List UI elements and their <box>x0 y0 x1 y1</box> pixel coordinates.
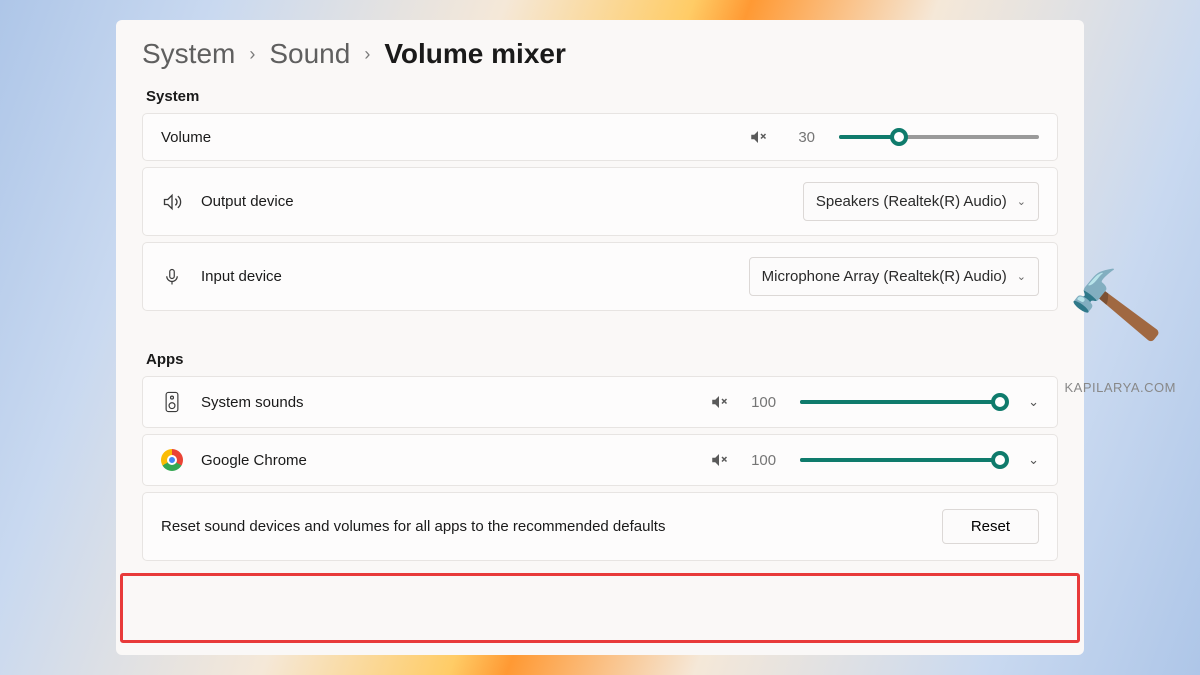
expand-button[interactable]: ⌄ <box>1028 452 1039 468</box>
input-device-row: Input device Microphone Array (Realtek(R… <box>142 242 1058 311</box>
app-row-system-sounds: System sounds 100 ⌄ <box>142 376 1058 428</box>
reset-button[interactable]: Reset <box>942 509 1039 544</box>
app-volume-value: 100 <box>746 452 776 469</box>
breadcrumb: System › Sound › Volume mixer <box>142 38 1058 70</box>
volume-row: Volume 30 <box>142 113 1058 161</box>
chevron-down-icon: ⌄ <box>1017 270 1026 283</box>
chevron-right-icon: › <box>249 44 255 65</box>
input-device-dropdown[interactable]: Microphone Array (Realtek(R) Audio) ⌄ <box>749 257 1039 296</box>
app-label: System sounds <box>201 394 692 411</box>
breadcrumb-current: Volume mixer <box>384 38 566 70</box>
speaker-device-icon <box>161 391 183 413</box>
app-volume-value: 100 <box>746 394 776 411</box>
input-device-selected: Microphone Array (Realtek(R) Audio) <box>762 268 1007 285</box>
reset-description: Reset sound devices and volumes for all … <box>161 518 665 535</box>
settings-panel: System › Sound › Volume mixer System Vol… <box>116 20 1084 655</box>
input-device-label: Input device <box>201 268 731 285</box>
chevron-down-icon: ⌄ <box>1017 195 1026 208</box>
breadcrumb-system[interactable]: System <box>142 38 235 70</box>
section-system-label: System <box>146 88 1058 105</box>
mute-icon[interactable] <box>710 393 728 411</box>
section-apps-label: Apps <box>146 351 1058 368</box>
watermark-text: KAPILARYA.COM <box>1065 380 1177 395</box>
microphone-icon <box>161 266 183 288</box>
output-device-selected: Speakers (Realtek(R) Audio) <box>816 193 1007 210</box>
output-device-row: Output device Speakers (Realtek(R) Audio… <box>142 167 1058 236</box>
app-volume-slider[interactable] <box>800 451 1000 469</box>
output-device-dropdown[interactable]: Speakers (Realtek(R) Audio) ⌄ <box>803 182 1039 221</box>
expand-button[interactable]: ⌄ <box>1028 394 1039 410</box>
mute-icon[interactable] <box>749 128 767 146</box>
annotation-highlight <box>120 573 1080 643</box>
speaker-icon <box>161 191 183 213</box>
volume-slider[interactable] <box>839 128 1039 146</box>
output-device-label: Output device <box>201 193 785 210</box>
app-label: Google Chrome <box>201 452 692 469</box>
volume-label: Volume <box>161 129 731 146</box>
chrome-icon <box>161 449 183 471</box>
breadcrumb-sound[interactable]: Sound <box>269 38 350 70</box>
app-volume-slider[interactable] <box>800 393 1000 411</box>
chevron-right-icon: › <box>364 44 370 65</box>
app-row-chrome: Google Chrome 100 ⌄ <box>142 434 1058 486</box>
reset-row: Reset sound devices and volumes for all … <box>142 492 1058 561</box>
mute-icon[interactable] <box>710 451 728 469</box>
volume-value: 30 <box>785 129 815 146</box>
